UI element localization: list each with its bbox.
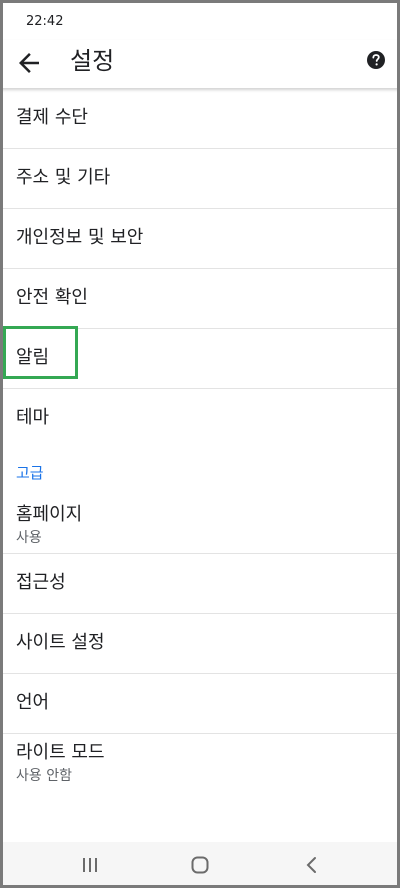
page-title: 설정: [70, 47, 115, 75]
settings-item-label: 테마: [16, 407, 50, 428]
advanced-section-header: 고급: [0, 448, 400, 496]
system-nav-bar: [0, 842, 400, 888]
status-time: 22:42: [26, 14, 64, 29]
settings-item-theme[interactable]: 테마: [0, 389, 400, 448]
arrow-back-icon: [19, 53, 39, 73]
home-icon: [191, 856, 209, 874]
settings-item-label: 결제 수단: [16, 107, 88, 128]
settings-item-label: 사이트 설정: [16, 632, 105, 653]
settings-item-label: 안전 확인: [16, 287, 88, 308]
settings-item-label: 라이트 모드: [16, 742, 105, 763]
settings-item-homepage[interactable]: 홈페이지 사용: [0, 496, 400, 554]
settings-list: 결제 수단 주소 및 기타 개인정보 및 보안 안전 확인 알림 테마 고급 홈…: [0, 89, 400, 791]
status-bar: 22:42: [0, 0, 400, 40]
settings-item-privacy-security[interactable]: 개인정보 및 보안: [0, 209, 400, 269]
settings-item-site-settings[interactable]: 사이트 설정: [0, 614, 400, 674]
settings-item-label: 접근성: [16, 572, 66, 593]
settings-item-label: 언어: [16, 692, 50, 713]
settings-item-lite-mode[interactable]: 라이트 모드 사용 안함: [0, 734, 400, 791]
settings-item-label: 알림: [16, 347, 50, 368]
settings-item-sublabel: 사용: [16, 530, 42, 546]
section-header-label: 고급: [16, 464, 44, 482]
settings-item-accessibility[interactable]: 접근성: [0, 554, 400, 614]
help-button[interactable]: [366, 50, 386, 70]
app-bar: 설정: [0, 40, 400, 88]
recents-button[interactable]: [78, 854, 102, 876]
help-icon: [367, 51, 385, 69]
settings-item-label: 주소 및 기타: [16, 167, 111, 188]
home-button[interactable]: [188, 854, 212, 876]
recents-icon: [83, 858, 97, 872]
settings-item-addresses[interactable]: 주소 및 기타: [0, 149, 400, 209]
settings-item-label: 홈페이지: [16, 504, 83, 525]
system-back-button[interactable]: [300, 854, 324, 876]
settings-item-payment-methods[interactable]: 결제 수단: [0, 89, 400, 149]
settings-item-sublabel: 사용 안함: [16, 768, 72, 784]
settings-item-languages[interactable]: 언어: [0, 674, 400, 734]
settings-item-notifications[interactable]: 알림: [0, 329, 400, 389]
settings-item-label: 개인정보 및 보안: [16, 227, 144, 248]
back-button[interactable]: [14, 48, 44, 78]
back-chevron-icon: [306, 857, 316, 873]
settings-item-safety-check[interactable]: 안전 확인: [0, 269, 400, 329]
